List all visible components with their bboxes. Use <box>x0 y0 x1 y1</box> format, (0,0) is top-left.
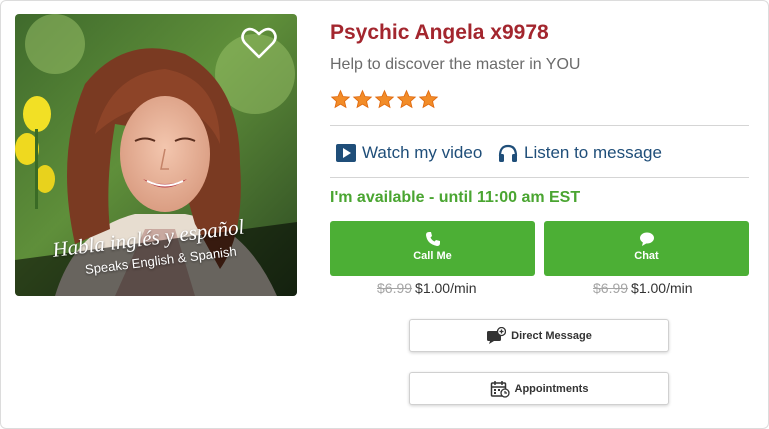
calendar-icon <box>490 380 510 398</box>
chat-current-price: $1.00/min <box>631 280 693 296</box>
psychic-tagline: Help to discover the master in YOU <box>330 56 581 73</box>
direct-message-label: Direct Message <box>511 329 592 342</box>
listen-message-label: Listen to message <box>524 143 662 162</box>
chat-bubble-icon <box>639 232 654 246</box>
star-icon <box>396 89 417 109</box>
psychic-name[interactable]: Psychic Angela x9978 <box>330 21 549 45</box>
headphones-icon <box>498 144 518 162</box>
listen-message-link[interactable]: Listen to message <box>497 141 662 165</box>
call-price: $6.99 $1.00/min <box>377 280 477 296</box>
heart-icon[interactable] <box>241 26 277 60</box>
call-old-price: $6.99 <box>377 280 413 296</box>
psychic-photo[interactable]: Habla inglés y español Speaks English & … <box>15 14 297 296</box>
chat-old-price: $6.99 <box>593 280 629 296</box>
star-icon <box>418 89 439 109</box>
appointments-button[interactable]: Appointments <box>409 372 669 405</box>
star-icon <box>352 89 373 109</box>
direct-message-button[interactable]: Direct Message <box>409 319 669 352</box>
call-current-price: $1.00/min <box>415 280 477 296</box>
watch-video-link[interactable]: Watch my video <box>335 141 482 165</box>
rating-stars <box>330 89 439 111</box>
call-me-label: Call Me <box>413 250 452 262</box>
divider-bottom <box>330 177 749 178</box>
star-icon <box>330 89 351 109</box>
phone-icon <box>425 232 440 246</box>
language-banner: Habla inglés y español Speaks English & … <box>15 214 297 296</box>
message-icon <box>487 326 507 344</box>
chat-button[interactable]: Chat <box>544 221 749 276</box>
chat-label: Chat <box>634 250 659 262</box>
appointments-label: Appointments <box>514 382 589 395</box>
video-play-icon <box>336 144 356 162</box>
psychic-profile-card: Habla inglés y español Speaks English & … <box>0 0 769 429</box>
availability-status: I'm available - until 11:00 am EST <box>330 189 581 206</box>
watch-video-label: Watch my video <box>362 143 483 162</box>
call-me-button[interactable]: Call Me <box>330 221 535 276</box>
divider-top <box>330 125 749 126</box>
chat-price: $6.99 $1.00/min <box>593 280 693 296</box>
star-icon <box>374 89 395 109</box>
